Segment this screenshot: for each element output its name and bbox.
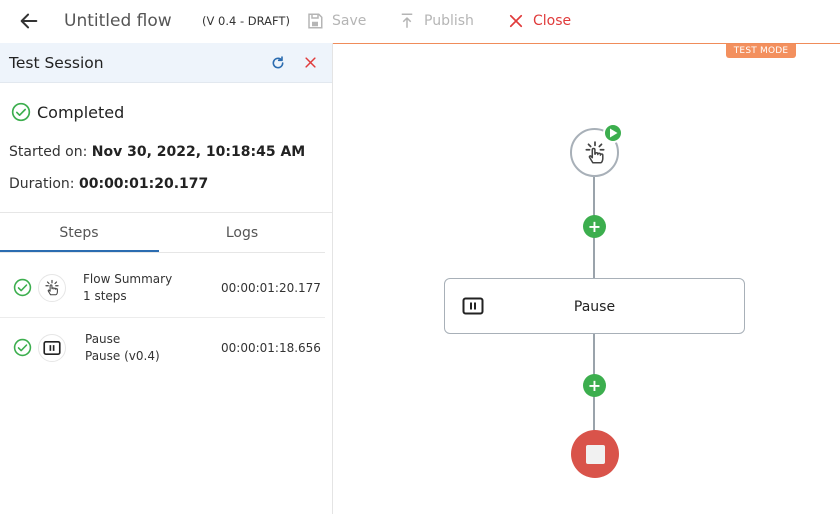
step-subtitle: 1 steps: [83, 289, 127, 303]
save-button[interactable]: Save: [306, 12, 366, 30]
tab-divider: [0, 252, 325, 253]
publish-label: Publish: [424, 13, 474, 29]
started-on: Started on: Nov 30, 2022, 10:18:45 AM: [9, 144, 305, 160]
refresh-icon[interactable]: [270, 55, 286, 71]
pause-node[interactable]: Pause: [444, 278, 745, 334]
tab-steps[interactable]: Steps: [0, 225, 158, 241]
close-button[interactable]: Close: [507, 12, 571, 30]
save-label: Save: [332, 13, 367, 29]
session-title: Test Session: [9, 54, 104, 72]
pause-node-label: Pause: [573, 299, 616, 315]
close-session-icon[interactable]: [303, 55, 318, 70]
stop-icon: [585, 444, 605, 464]
test-session-panel: Test Session Completed Started on: Nov 3…: [0, 43, 333, 514]
started-value: Nov 30, 2022, 10:18:45 AM: [91, 144, 306, 160]
step-row-flow-summary[interactable]: Flow Summary 1 steps 00:00:01:20.177: [0, 260, 325, 318]
duration-value: 00:00:01:20.177: [78, 176, 209, 192]
flow-title[interactable]: Untitled flow: [64, 11, 172, 31]
close-label: Close: [533, 13, 572, 29]
add-step-button[interactable]: +: [583, 215, 606, 238]
check-circle-icon: [13, 338, 32, 357]
started-label: Started on:: [9, 144, 88, 160]
step-icon-box: [38, 274, 66, 302]
pointer-click-icon: [584, 140, 605, 164]
save-icon: [308, 13, 323, 29]
add-step-button[interactable]: +: [583, 374, 606, 397]
play-icon[interactable]: [603, 123, 623, 143]
check-circle-icon: [11, 102, 31, 122]
step-name: Flow Summary: [83, 272, 173, 286]
publish-icon: [401, 13, 413, 28]
status-row: Completed: [11, 102, 124, 122]
tab-logs[interactable]: Logs: [163, 225, 321, 241]
top-bar: Untitled flow (V 0.4 - DRAFT) Save Publi…: [0, 0, 840, 43]
step-subtitle: Pause (v0.4): [85, 349, 160, 363]
back-arrow-icon[interactable]: [18, 10, 40, 32]
play-triangle-icon: [609, 128, 617, 138]
step-name: Pause: [85, 332, 121, 346]
close-icon: [509, 14, 523, 28]
publish-button[interactable]: Publish: [398, 12, 474, 30]
end-node[interactable]: [571, 430, 619, 478]
divider: [0, 212, 332, 213]
status-text: Completed: [37, 102, 125, 122]
duration-label: Duration:: [9, 176, 75, 192]
step-time: 00:00:01:20.177: [221, 281, 321, 295]
step-icon-box: [38, 334, 66, 362]
pause-icon: [43, 341, 61, 355]
duration: Duration: 00:00:01:20.177: [9, 176, 208, 192]
pointer-click-icon: [45, 279, 59, 296]
check-circle-icon: [13, 278, 32, 297]
step-time: 00:00:01:18.656: [221, 341, 321, 355]
session-header: Test Session: [0, 43, 332, 83]
flow-version: (V 0.4 - DRAFT): [202, 14, 290, 28]
step-row-pause[interactable]: Pause Pause (v0.4) 00:00:01:18.656: [0, 320, 325, 378]
